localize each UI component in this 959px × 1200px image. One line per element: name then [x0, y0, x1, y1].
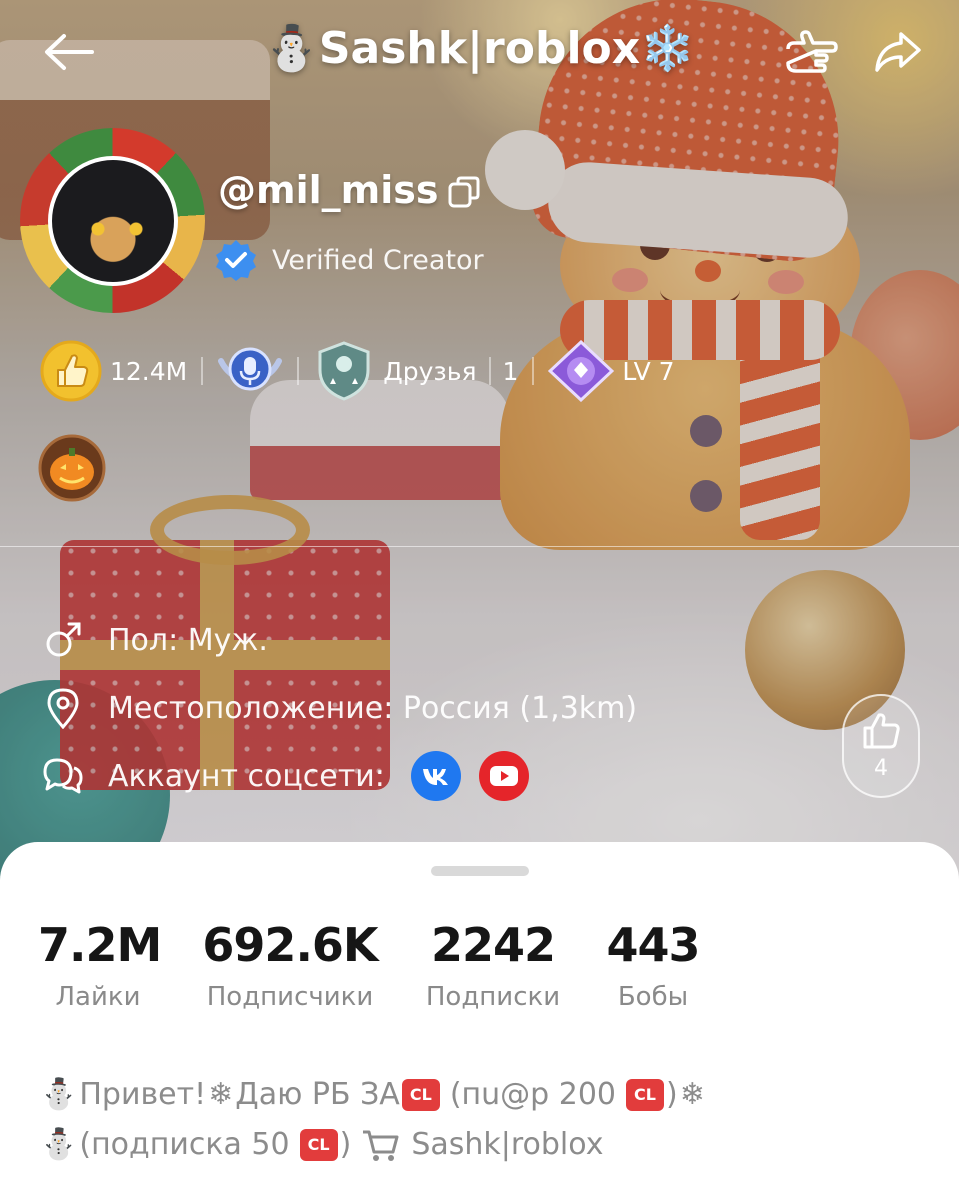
cover-divider	[0, 546, 959, 547]
male-symbol-icon	[46, 622, 81, 657]
microphone-medal-icon	[218, 347, 283, 391]
friends-badge[interactable]: Друзья	[313, 340, 477, 402]
bio-line: ⛄ Привет! ❄ Даю РБ ЗА CL (пu@р 200 CL ) …	[38, 1070, 928, 1120]
badges-row: 12.4M Друзья 1 LV 7	[40, 338, 675, 404]
stat-label: Бобы	[617, 982, 689, 1012]
bio-segment: Даю РБ ЗА	[235, 1077, 400, 1112]
bio-segment: Привет!	[79, 1077, 207, 1112]
bio-line: ⛄ (подписка 50 CL ) Sashk|roblox	[38, 1120, 928, 1170]
stat-value: 692.6K	[202, 918, 378, 972]
level-badge[interactable]: LV 7	[548, 340, 675, 402]
likes-badge-count: 12.4M	[110, 356, 188, 386]
chat-bubbles-icon	[43, 758, 83, 794]
friends-shield-icon	[318, 341, 370, 401]
vk-logo-icon	[422, 769, 448, 785]
halloween-badge[interactable]	[38, 434, 106, 502]
snowflake-icon: ❄	[679, 1077, 705, 1112]
youtube-link[interactable]	[478, 751, 529, 801]
stat-following[interactable]: 2242 Подписки	[418, 918, 568, 1012]
location-text: Местоположение: Россия (1,3km)	[108, 690, 638, 726]
share-arrow-icon	[875, 32, 921, 72]
thumbs-up-coin-icon	[40, 340, 102, 402]
bio-segment: (подписка 50	[79, 1127, 290, 1162]
badge-separator	[532, 357, 535, 385]
bio-segment: )	[666, 1077, 678, 1112]
social-accounts-row: Аккаунт соцсети:	[40, 742, 637, 810]
cl-badge-icon: CL	[401, 1079, 440, 1111]
stat-label: Подписчики	[206, 982, 374, 1012]
copy-icon	[448, 176, 480, 208]
stat-likes[interactable]: 7.2M Лайки	[38, 918, 162, 1012]
profile-details-sheet: 7.2M Лайки 692.6K Подписчики 2242 Подпис…	[0, 842, 959, 1200]
pumpkin-icon	[38, 434, 106, 502]
verified-creator-row: Verified Creator	[214, 238, 484, 282]
stat-label: Подписки	[425, 982, 561, 1012]
sheet-drag-handle[interactable]	[431, 866, 529, 876]
top-bar: ⛄Sashk|roblox❄️	[0, 0, 959, 110]
bio-segment: )	[339, 1127, 352, 1162]
bio-segment: (пu@р 200	[449, 1077, 616, 1112]
stat-label: Лайки	[55, 982, 141, 1012]
youtube-logo-icon	[489, 766, 518, 786]
like-profile-button[interactable]: 4	[842, 694, 920, 798]
thumbs-up-icon	[863, 712, 900, 748]
snowflake-icon: ❄	[208, 1077, 234, 1112]
verified-badge-icon	[216, 240, 256, 281]
stat-value: 443	[606, 918, 700, 972]
gender-text: Пол: Муж.	[108, 622, 268, 658]
verified-label: Verified Creator	[272, 244, 484, 276]
stat-beans[interactable]: 443 Бобы	[598, 918, 708, 1012]
likes-badge[interactable]: 12.4M	[40, 340, 187, 402]
friends-count-badge: 1	[503, 357, 519, 386]
bio-segment: Sashk|roblox	[411, 1127, 604, 1162]
cl-badge-icon: CL	[299, 1129, 338, 1161]
copy-username-button[interactable]	[446, 174, 486, 214]
snowman-icon: ⛄	[40, 1077, 78, 1112]
voice-badge[interactable]	[217, 343, 283, 399]
stat-value: 7.2M	[38, 918, 162, 972]
badge-separator	[488, 357, 491, 385]
poke-button[interactable]	[778, 20, 842, 84]
snowman-icon: ⛄	[40, 1127, 78, 1162]
stat-followers[interactable]: 692.6K Подписчики	[200, 918, 380, 1012]
share-button[interactable]	[866, 20, 930, 84]
friends-label: Друзья	[383, 356, 477, 386]
cl-badge-icon: CL	[626, 1079, 664, 1111]
username: @mil_miss	[218, 168, 439, 212]
bio-text: ⛄ Привет! ❄ Даю РБ ЗА CL (пu@р 200 CL ) …	[38, 1070, 928, 1170]
like-count: 4	[874, 755, 888, 781]
level-gem-icon	[548, 340, 615, 402]
vk-link[interactable]	[410, 751, 461, 801]
location-pin-icon	[47, 688, 79, 729]
gender-row: Пол: Муж.	[40, 606, 637, 674]
profile-info-list: Пол: Муж. Местоположение: Россия (1,3km)…	[40, 606, 637, 810]
shopping-cart-icon	[363, 1130, 399, 1161]
badge-separator	[201, 357, 204, 385]
badge-separator	[297, 357, 300, 385]
location-row: Местоположение: Россия (1,3km)	[40, 674, 637, 742]
stats-row: 7.2M Лайки 692.6K Подписчики 2242 Подпис…	[0, 918, 959, 1028]
stat-value: 2242	[430, 918, 556, 972]
avatar[interactable]	[20, 128, 205, 313]
level-value: LV 7	[622, 356, 675, 386]
friends-count: 1	[502, 356, 519, 386]
avatar-image	[48, 156, 178, 286]
pointing-hand-icon	[786, 30, 838, 73]
social-accounts-label: Аккаунт соцсети:	[108, 758, 385, 794]
